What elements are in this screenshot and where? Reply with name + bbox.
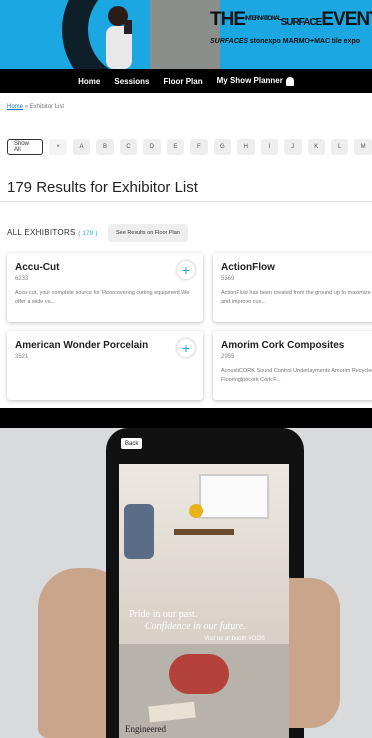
event-logo: THEINTERNATIONALSURFACEEVENT SURFACES st… xyxy=(210,9,372,45)
table-image xyxy=(174,529,234,535)
exhibitor-name[interactable]: Amorim Cork Composites xyxy=(221,340,372,351)
window-image xyxy=(199,474,269,519)
letter-d[interactable]: D xyxy=(143,139,161,155)
letter-e[interactable]: E xyxy=(166,139,185,155)
banner-person-image xyxy=(106,6,132,69)
breadcrumb-separator: » xyxy=(24,104,29,110)
brand-surfaces: SURFACES xyxy=(210,38,249,45)
show-all-button[interactable]: Show All xyxy=(7,139,44,155)
letter-l[interactable]: L xyxy=(330,139,349,155)
exhibitor-description: AcoustiCORK Sound Control Underlayments … xyxy=(221,368,372,383)
exhibitor-card[interactable]: Accu-Cut 6233 Accu-cut, your complete so… xyxy=(7,253,203,322)
ad-bottom-text: Engineered xyxy=(125,724,166,734)
exhibitor-name[interactable]: ActionFlow xyxy=(221,262,372,273)
logo-surface: SURFACE xyxy=(280,17,323,28)
nav-my-show-planner[interactable]: My Show Planner xyxy=(216,76,294,86)
divider xyxy=(0,201,372,202)
results-title: 179 Results for Exhibitor List xyxy=(7,179,198,196)
ad-line-1: Pride in our past. xyxy=(129,609,198,620)
letter-b[interactable]: B xyxy=(96,139,114,155)
exhibitor-booth: 3521 xyxy=(15,354,29,360)
all-exhibitors-heading: ALL EXHIBITORS ( 179 ) xyxy=(7,228,98,237)
event-banner: THEINTERNATIONALSURFACEEVENT SURFACES st… xyxy=(0,0,372,69)
exhibitor-name[interactable]: Accu-Cut xyxy=(15,262,195,273)
logo-international: INTERNATIONAL xyxy=(245,16,282,22)
breadcrumb-home[interactable]: Home xyxy=(7,104,23,110)
nav-floor-plan[interactable]: Floor Plan xyxy=(164,77,203,86)
nav-home[interactable]: Home xyxy=(78,77,100,86)
ad-line-2: Confidence in our future. xyxy=(145,621,246,632)
brand-tileexpo: tile expo xyxy=(331,38,360,45)
letter-c[interactable]: C xyxy=(119,139,138,155)
all-exhibitors-label: ALL EXHIBITORS xyxy=(7,228,76,237)
exhibitor-booth: 2955 xyxy=(221,354,235,360)
letter-a[interactable]: A xyxy=(72,139,91,155)
exhibitor-card[interactable]: Amorim Cork Composites 2955 AcoustiCORK … xyxy=(213,331,372,400)
nav-my-show-planner-label: My Show Planner xyxy=(216,76,283,86)
letter-g[interactable]: G xyxy=(213,139,232,155)
ad-line-3: Visit us at booth #OOS xyxy=(204,636,265,642)
alphabet-filter: Show All × A B C D E F G H I J K L M xyxy=(7,139,372,155)
exhibitor-card[interactable]: ActionFlow 5369 ActionFlow has been crea… xyxy=(213,253,372,322)
brand-stonexpo: stonexpo MARMO+MAC xyxy=(249,38,331,45)
logo-the: THE xyxy=(210,9,246,30)
letter-m[interactable]: M xyxy=(354,139,372,155)
section-gap xyxy=(0,408,372,428)
main-nav: Home Sessions Floor Plan My Show Planner xyxy=(0,69,372,93)
exhibitor-card[interactable]: American Wonder Porcelain 3521 + xyxy=(7,331,203,400)
all-exhibitors-count: ( 179 ) xyxy=(78,231,98,237)
breadcrumb-current: Exhibitor List xyxy=(29,104,65,110)
letter-h[interactable]: H xyxy=(237,139,255,155)
letter-f[interactable]: F xyxy=(190,139,208,155)
exhibitor-booth: 6233 xyxy=(15,276,29,282)
phone-screen: Pride in our past. Confidence in our fut… xyxy=(119,464,289,738)
exhibitor-description: Accu-cut, your complete source for Floor… xyxy=(15,290,190,305)
exhibitor-description: ActionFlow has been created from the gro… xyxy=(221,290,372,305)
exhibitor-booth: 5369 xyxy=(221,276,235,282)
letter-i[interactable]: I xyxy=(260,139,279,155)
exhibitor-list-content: Home » Exhibitor List Show All × A B C D… xyxy=(0,93,372,408)
add-to-planner-icon[interactable]: + xyxy=(177,261,195,279)
child-image xyxy=(169,654,229,694)
phone-in-hand-photo: Pride in our past. Confidence in our fut… xyxy=(0,428,372,738)
flowers-image xyxy=(189,504,203,518)
nav-sessions[interactable]: Sessions xyxy=(114,77,149,86)
add-to-planner-icon[interactable]: + xyxy=(177,339,195,357)
logo-event: EVENT xyxy=(321,9,372,30)
clear-filter-icon[interactable]: × xyxy=(49,139,67,155)
letter-k[interactable]: K xyxy=(307,139,325,155)
letter-j[interactable]: J xyxy=(284,139,302,155)
screenshot: THEINTERNATIONALSURFACEEVENT SURFACES st… xyxy=(0,0,372,738)
see-results-on-floor-plan-button[interactable]: See Results on Floor Plan xyxy=(108,224,188,242)
ad-tagline: Pride in our past. Confidence in our fut… xyxy=(129,609,279,645)
exhibitor-name[interactable]: American Wonder Porcelain xyxy=(15,340,195,351)
bell-icon[interactable] xyxy=(285,76,294,86)
breadcrumb: Home » Exhibitor List xyxy=(7,104,64,110)
chair-image xyxy=(124,504,154,559)
back-button[interactable]: Back xyxy=(121,438,143,449)
